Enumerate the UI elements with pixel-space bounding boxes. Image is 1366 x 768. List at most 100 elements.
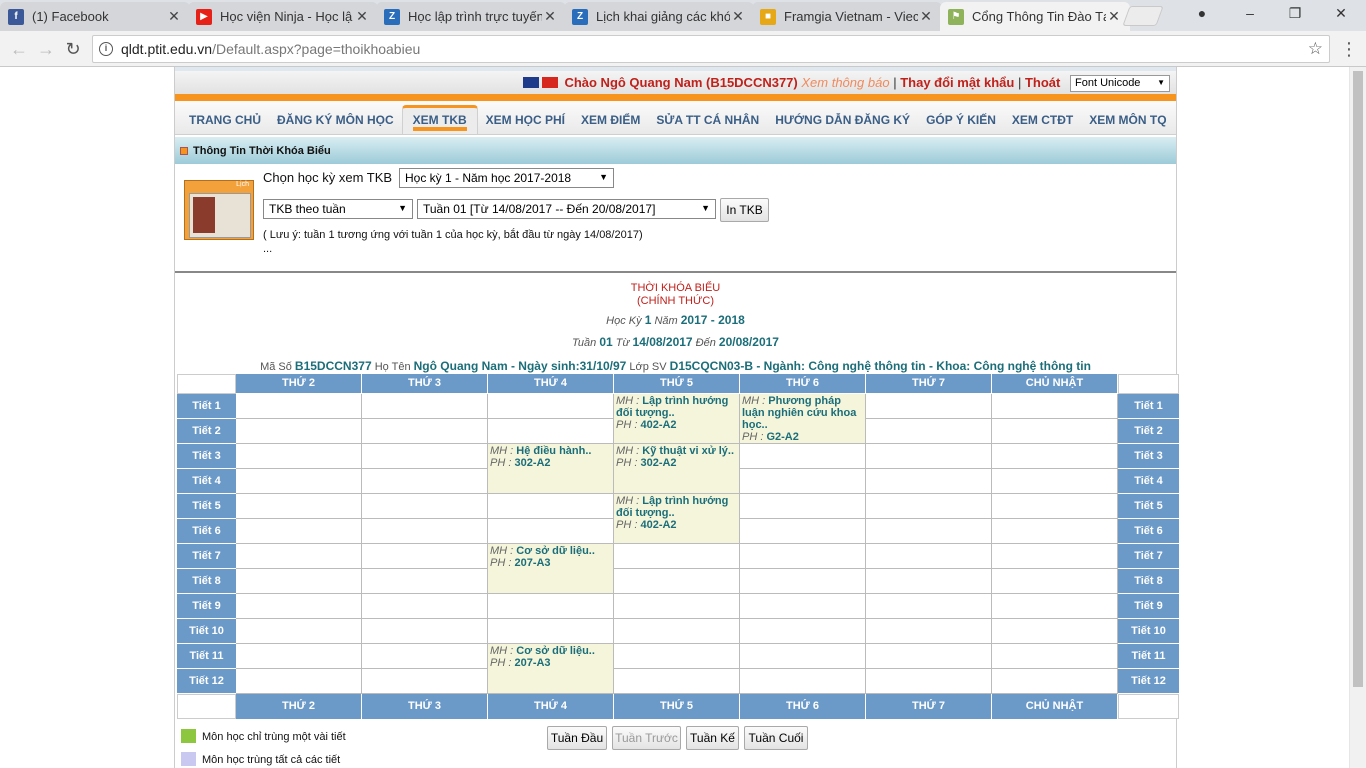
timetable-cell[interactable] bbox=[236, 519, 362, 544]
timetable-cell[interactable] bbox=[614, 619, 740, 644]
timetable-cell[interactable] bbox=[992, 419, 1118, 444]
timetable-cell[interactable] bbox=[362, 594, 488, 619]
timetable-cell[interactable] bbox=[992, 519, 1118, 544]
browser-menu-icon[interactable]: ⋮ bbox=[1338, 38, 1360, 60]
back-icon[interactable]: ← bbox=[8, 38, 30, 60]
timetable-cell[interactable] bbox=[488, 494, 614, 519]
first-week-button[interactable]: Tuần Đầu bbox=[547, 726, 607, 750]
timetable-cell[interactable] bbox=[866, 444, 992, 469]
menu-item[interactable]: XEM HỌC PHÍ bbox=[478, 113, 573, 134]
new-tab-button[interactable] bbox=[1122, 6, 1164, 26]
timetable-cell[interactable] bbox=[740, 619, 866, 644]
timetable-cell[interactable] bbox=[866, 469, 992, 494]
view-mode-select[interactable]: TKB theo tuần bbox=[263, 199, 413, 219]
timetable-cell[interactable] bbox=[236, 419, 362, 444]
timetable-cell[interactable] bbox=[992, 669, 1118, 694]
vertical-scrollbar[interactable] bbox=[1349, 67, 1366, 768]
timetable-cell[interactable] bbox=[614, 594, 740, 619]
close-tab-icon[interactable]: ✕ bbox=[1106, 8, 1122, 25]
timetable-cell[interactable] bbox=[362, 444, 488, 469]
close-tab-icon[interactable]: ✕ bbox=[354, 8, 370, 25]
timetable-cell[interactable] bbox=[992, 469, 1118, 494]
timetable-cell[interactable] bbox=[866, 619, 992, 644]
course-block[interactable]: MH : Cơ sở dữ liệu.. PH : 207-A3 bbox=[488, 644, 614, 694]
close-tab-icon[interactable]: ✕ bbox=[542, 8, 558, 25]
timetable-cell[interactable] bbox=[866, 519, 992, 544]
timetable-cell[interactable] bbox=[740, 444, 866, 469]
timetable-cell[interactable] bbox=[236, 669, 362, 694]
course-block[interactable]: MH : Hệ điều hành.. PH : 302-A2 bbox=[488, 444, 614, 494]
timetable-cell[interactable] bbox=[236, 469, 362, 494]
timetable-cell[interactable] bbox=[992, 444, 1118, 469]
change-password-link[interactable]: Thay đổi mật khẩu bbox=[900, 75, 1014, 90]
timetable-cell[interactable] bbox=[740, 594, 866, 619]
timetable-cell[interactable] bbox=[866, 419, 992, 444]
timetable-cell[interactable] bbox=[866, 644, 992, 669]
maximize-icon[interactable]: ❐ bbox=[1285, 5, 1305, 22]
menu-item[interactable]: TRANG CHỦ bbox=[181, 113, 269, 134]
close-window-icon[interactable]: ✕ bbox=[1331, 5, 1351, 22]
scrollbar-thumb[interactable] bbox=[1353, 71, 1363, 687]
browser-tab[interactable]: Z Lịch khai giảng các khó ✕ bbox=[564, 2, 754, 31]
logout-link[interactable]: Thoát bbox=[1025, 75, 1060, 90]
timetable-cell[interactable] bbox=[488, 519, 614, 544]
course-block[interactable]: MH : Cơ sở dữ liệu.. PH : 207-A3 bbox=[488, 544, 614, 594]
timetable-cell[interactable] bbox=[740, 669, 866, 694]
reload-icon[interactable]: ↻ bbox=[62, 38, 84, 60]
timetable-cell[interactable] bbox=[992, 569, 1118, 594]
last-week-button[interactable]: Tuần Cuối bbox=[744, 726, 808, 750]
menu-item[interactable]: ĐĂNG KÝ MÔN HỌC bbox=[269, 113, 402, 134]
timetable-cell[interactable] bbox=[992, 544, 1118, 569]
address-bar[interactable]: i qldt.ptit.edu.vn/Default.aspx?page=tho… bbox=[92, 35, 1330, 63]
english-flag-icon[interactable] bbox=[522, 77, 539, 88]
browser-tab[interactable]: Z Học lập trình trực tuyến ✕ bbox=[376, 2, 566, 31]
close-tab-icon[interactable]: ✕ bbox=[918, 8, 934, 25]
next-week-button[interactable]: Tuần Kế bbox=[686, 726, 739, 750]
timetable-cell[interactable] bbox=[740, 569, 866, 594]
font-select[interactable]: Font Unicode bbox=[1070, 75, 1170, 92]
close-tab-icon[interactable]: ✕ bbox=[166, 8, 182, 25]
timetable-cell[interactable] bbox=[362, 419, 488, 444]
timetable-cell[interactable] bbox=[362, 544, 488, 569]
timetable-cell[interactable] bbox=[992, 494, 1118, 519]
menu-item[interactable]: GÓP Ý KIẾN bbox=[918, 113, 1004, 134]
bookmark-star-icon[interactable]: ☆ bbox=[1308, 39, 1323, 59]
timetable-cell[interactable] bbox=[236, 594, 362, 619]
timetable-cell[interactable] bbox=[992, 619, 1118, 644]
print-tkb-button[interactable]: In TKB bbox=[720, 198, 769, 222]
timetable-cell[interactable] bbox=[362, 619, 488, 644]
timetable-cell[interactable] bbox=[866, 394, 992, 419]
timetable-cell[interactable] bbox=[236, 494, 362, 519]
course-block[interactable]: MH : Phương pháp luận nghiên cứu khoa họ… bbox=[740, 394, 866, 444]
timetable-cell[interactable] bbox=[992, 594, 1118, 619]
menu-item[interactable]: XEM ĐIỂM bbox=[573, 113, 648, 134]
browser-tab[interactable]: f (1) Facebook ✕ bbox=[0, 2, 190, 31]
timetable-cell[interactable] bbox=[992, 644, 1118, 669]
timetable-cell[interactable] bbox=[740, 519, 866, 544]
timetable-cell[interactable] bbox=[866, 494, 992, 519]
browser-tab[interactable]: ▶ Học viện Ninja - Học lậ ✕ bbox=[188, 2, 378, 31]
menu-item[interactable]: HƯỚNG DẪN ĐĂNG KÝ bbox=[767, 113, 918, 134]
prev-week-button[interactable]: Tuần Trước bbox=[612, 726, 681, 750]
semester-select[interactable]: Học kỳ 1 - Năm học 2017-2018 bbox=[399, 168, 614, 188]
timetable-cell[interactable] bbox=[362, 519, 488, 544]
timetable-cell[interactable] bbox=[614, 544, 740, 569]
timetable-cell[interactable] bbox=[236, 644, 362, 669]
menu-item[interactable]: XEM MÔN TQ bbox=[1081, 113, 1174, 134]
minimize-icon[interactable]: – bbox=[1240, 5, 1260, 21]
timetable-cell[interactable] bbox=[236, 394, 362, 419]
timetable-cell[interactable] bbox=[614, 644, 740, 669]
timetable-cell[interactable] bbox=[236, 569, 362, 594]
timetable-cell[interactable] bbox=[488, 619, 614, 644]
timetable-cell[interactable] bbox=[362, 669, 488, 694]
vietnam-flag-icon[interactable] bbox=[541, 77, 558, 88]
timetable-cell[interactable] bbox=[992, 394, 1118, 419]
timetable-cell[interactable] bbox=[866, 569, 992, 594]
profile-icon[interactable]: ● bbox=[1192, 5, 1212, 21]
timetable-cell[interactable] bbox=[740, 469, 866, 494]
timetable-cell[interactable] bbox=[614, 569, 740, 594]
browser-tab[interactable]: ■ Framgia Vietnam - Viec ✕ bbox=[752, 2, 942, 31]
timetable-cell[interactable] bbox=[866, 544, 992, 569]
timetable-cell[interactable] bbox=[236, 444, 362, 469]
timetable-cell[interactable] bbox=[236, 544, 362, 569]
